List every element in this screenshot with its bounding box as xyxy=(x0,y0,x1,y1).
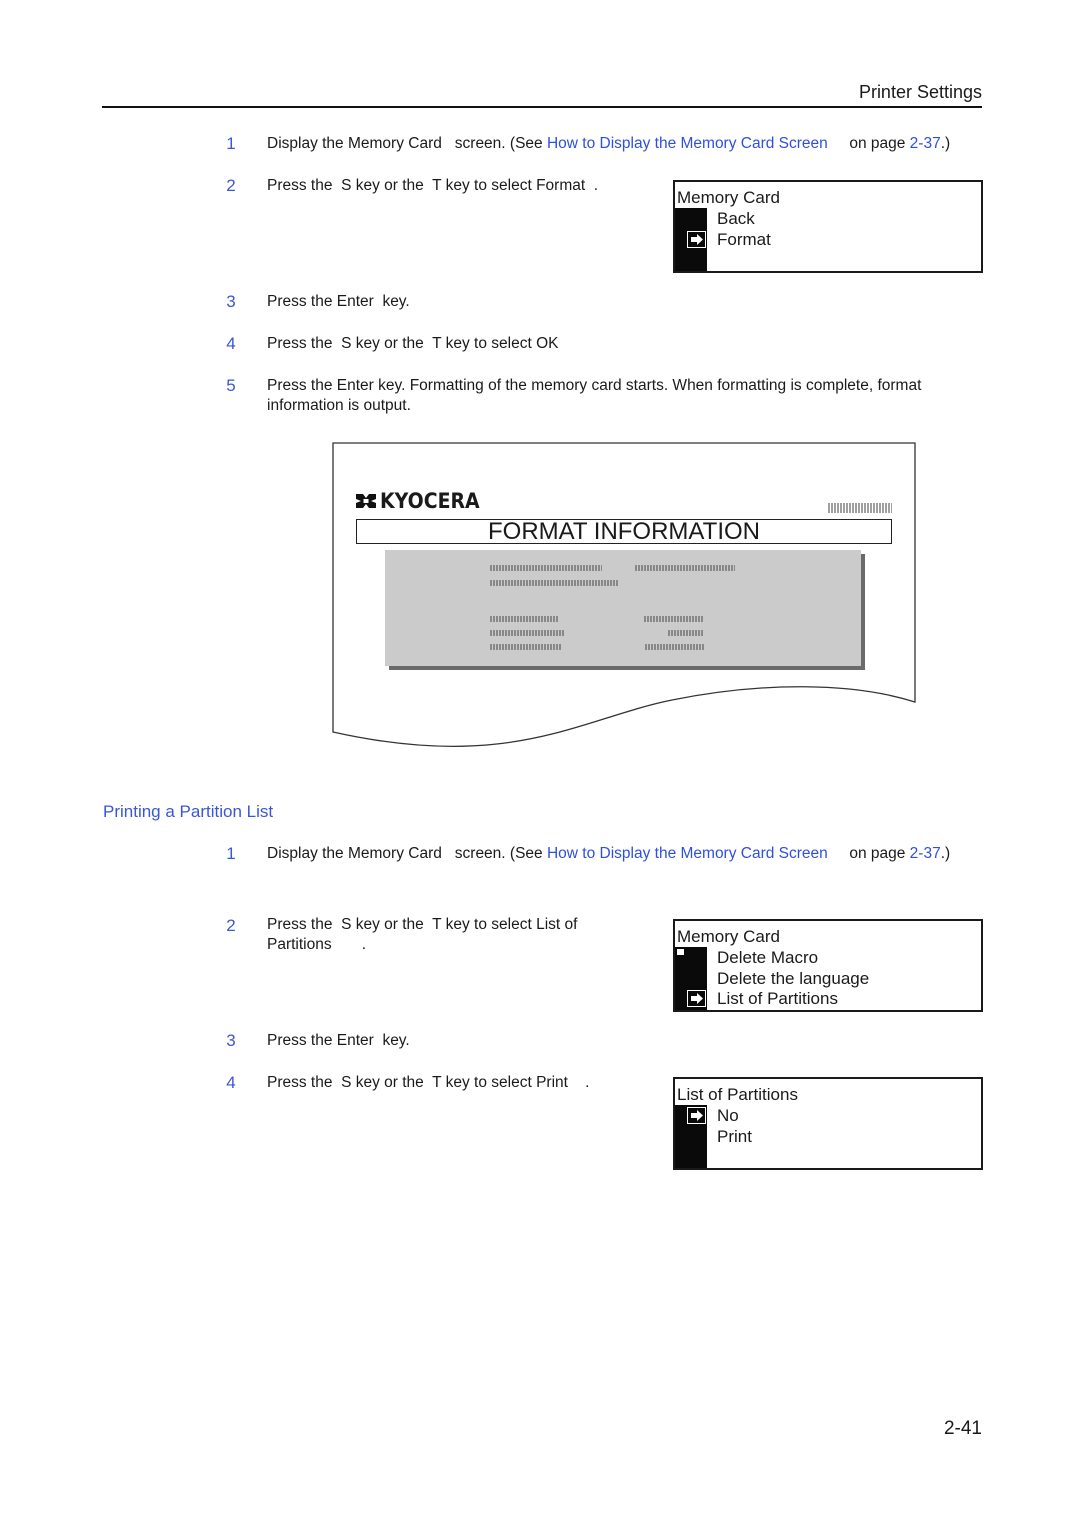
cross-reference-link[interactable]: How to Display the Memory Card Screen xyxy=(547,845,828,862)
kyocera-logo: KYOCERA xyxy=(355,489,491,513)
arrow-right-icon xyxy=(687,990,706,1007)
step-text-part: on page xyxy=(827,135,910,152)
step-text: Press the Enter key. Formatting of the m… xyxy=(267,377,922,414)
step-text-line: Partitions . xyxy=(267,936,367,953)
page-reference-link[interactable]: 2-37 xyxy=(910,845,941,862)
step-text-part: on page xyxy=(827,845,910,862)
step-text-line: Press the S key or the T key to select L… xyxy=(267,916,578,933)
printout-heading: FORMAT INFORMATION xyxy=(356,519,892,544)
lcd-item-list-of-partitions: List of Partitions xyxy=(717,989,838,1008)
lcd-item-delete-language: Delete the language xyxy=(717,969,870,988)
step-text: Press the S key or the T key to select O… xyxy=(267,335,559,352)
info-placeholder-line xyxy=(490,580,618,586)
step-number: 4 xyxy=(226,1073,236,1092)
scroll-up-indicator-icon xyxy=(677,949,684,955)
step-text: Display the Memory Card screen. (See How… xyxy=(267,844,950,864)
lcd-item-no: No xyxy=(717,1106,739,1125)
info-placeholder-line xyxy=(645,644,704,650)
lcd-item-format: Format xyxy=(717,230,771,249)
step-text-part: Display the Memory Card screen. (See xyxy=(267,135,547,152)
step-text: Press the S key or the T key to select P… xyxy=(267,1074,590,1091)
step-text-part: .) xyxy=(940,135,951,152)
step-text-part: Display the Memory Card screen. (See xyxy=(267,845,547,862)
lcd-screen-memory-card: Memory Card Back Format xyxy=(673,180,983,273)
step-number: 4 xyxy=(226,334,236,353)
step-number: 1 xyxy=(226,134,236,153)
step-number: 1 xyxy=(226,844,236,863)
lcd-screen-list-of-partitions: List of Partitions No Print xyxy=(673,1077,983,1170)
info-placeholder-line xyxy=(635,565,735,571)
arrow-right-icon xyxy=(687,1107,706,1124)
step-number: 5 xyxy=(226,376,236,395)
logo-text: KYOCERA xyxy=(380,489,480,513)
arrow-right-icon xyxy=(687,231,706,248)
step-text: Press the Enter key. xyxy=(267,293,410,310)
printout-info-panel xyxy=(385,550,861,666)
lcd-screen-memory-card-list: Memory Card Delete Macro Delete the lang… xyxy=(673,919,983,1012)
format-information-printout: KYOCERA FORMAT INFORMATION xyxy=(332,442,916,752)
lcd-item-delete-macro: Delete Macro xyxy=(717,948,819,967)
printout-id-placeholder xyxy=(828,503,892,513)
step-text: Press the Enter key. xyxy=(267,1032,410,1049)
lcd-title: Memory Card xyxy=(677,188,780,207)
step-text: Press the S key or the T key to select L… xyxy=(267,915,577,955)
lcd-title: Memory Card xyxy=(677,927,780,946)
lcd-title: List of Partitions xyxy=(677,1085,798,1104)
step-text-part: .) xyxy=(940,845,951,862)
lcd-item-print: Print xyxy=(717,1127,752,1146)
step-text: Display the Memory Card screen. (See How… xyxy=(267,134,950,154)
info-placeholder-line xyxy=(490,630,565,636)
info-placeholder-line xyxy=(490,644,562,650)
page-number: 2-41 xyxy=(943,1418,982,1439)
info-placeholder-line xyxy=(668,630,704,636)
page-reference-link[interactable]: 2-37 xyxy=(910,135,941,152)
step-text: Press the S key or the T key to select F… xyxy=(267,177,599,194)
step-number: 3 xyxy=(226,292,236,311)
cross-reference-link[interactable]: How to Display the Memory Card Screen xyxy=(547,135,828,152)
step-number: 2 xyxy=(226,916,236,935)
header-rule xyxy=(102,106,982,108)
step-number: 2 xyxy=(226,176,236,195)
section-heading: Printing a Partition List xyxy=(103,802,274,821)
info-placeholder-line xyxy=(490,565,602,571)
info-placeholder-line xyxy=(644,616,704,622)
kyocera-logo-icon xyxy=(356,494,376,508)
step-number: 3 xyxy=(226,1031,236,1050)
lcd-item-back: Back xyxy=(717,209,755,228)
info-placeholder-line xyxy=(490,616,558,622)
running-header: Printer Settings xyxy=(858,82,982,102)
